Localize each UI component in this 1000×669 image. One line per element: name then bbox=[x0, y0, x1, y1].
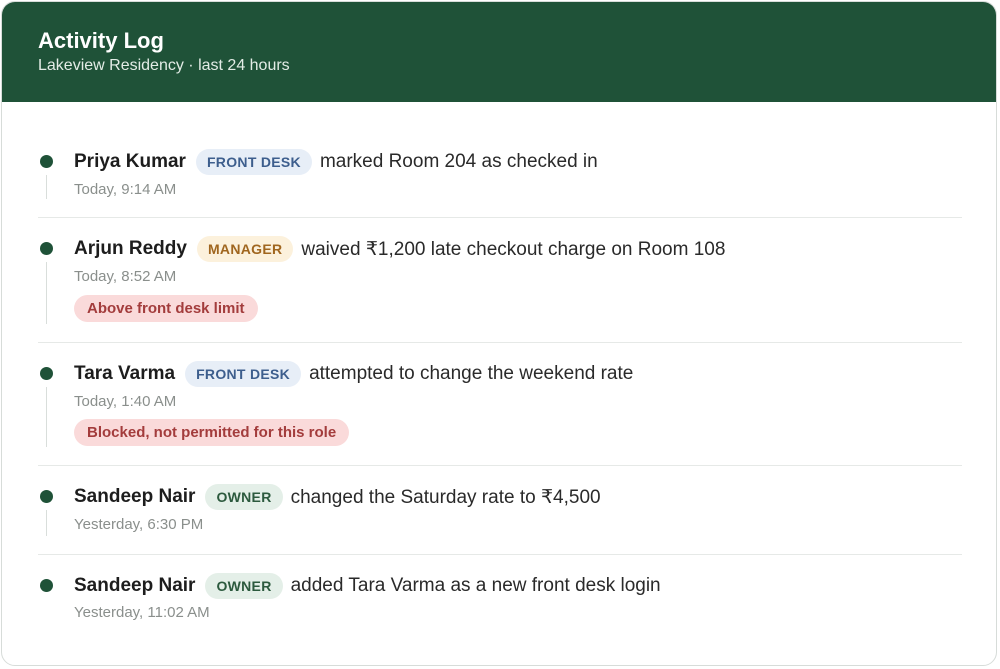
page-title: Activity Log bbox=[38, 28, 164, 53]
timeline-connector bbox=[46, 175, 47, 199]
page-subtitle: Lakeview Residency · last 24 hours bbox=[38, 57, 290, 74]
actor-name: Sandeep Nair bbox=[74, 486, 196, 507]
activity-log-header: Activity Log Lakeview Residency · last 2… bbox=[2, 2, 996, 102]
action-text: added Tara Varma as a new front desk log… bbox=[290, 575, 661, 596]
actor-name: Tara Varma bbox=[74, 363, 176, 384]
entry-summary: Sandeep Nair OWNER added Tara Varma as a… bbox=[74, 571, 661, 601]
action-text: attempted to change the weekend rate bbox=[309, 363, 634, 384]
activity-entry: Priya Kumar FRONT DESK marked Room 204 a… bbox=[38, 102, 962, 218]
activity-entry: Arjun Reddy MANAGER waived ₹1,200 late c… bbox=[38, 218, 962, 343]
action-text: marked Room 204 as checked in bbox=[319, 151, 598, 172]
timeline-dot-icon bbox=[40, 242, 53, 255]
activity-log-card: Activity Log Lakeview Residency · last 2… bbox=[1, 1, 997, 666]
blocked-flag: Blocked, not permitted for this role bbox=[74, 419, 350, 446]
timestamp: Today, 1:40 AM bbox=[74, 393, 177, 410]
role-badge: FRONT DESK bbox=[195, 149, 312, 175]
activity-entry: Sandeep Nair OWNER added Tara Varma as a… bbox=[38, 555, 962, 645]
entry-summary: Arjun Reddy MANAGER waived ₹1,200 late c… bbox=[74, 234, 725, 264]
warning-flag: Above front desk limit bbox=[74, 295, 258, 322]
entry-summary: Priya Kumar FRONT DESK marked Room 204 a… bbox=[74, 147, 598, 177]
timestamp: Yesterday, 11:02 AM bbox=[74, 604, 210, 621]
action-text: changed the Saturday rate to ₹4,500 bbox=[290, 486, 601, 508]
actor-name: Priya Kumar bbox=[74, 151, 186, 172]
timestamp: Yesterday, 6:30 PM bbox=[74, 516, 204, 533]
timeline-connector bbox=[46, 387, 47, 447]
role-badge: OWNER bbox=[205, 573, 283, 599]
timestamp: Today, 9:14 AM bbox=[74, 181, 177, 198]
actor-name: Sandeep Nair bbox=[74, 575, 196, 596]
role-badge: FRONT DESK bbox=[185, 361, 302, 387]
activity-entry: Sandeep Nair OWNER changed the Saturday … bbox=[38, 466, 962, 555]
timestamp: Today, 8:52 AM bbox=[74, 268, 177, 285]
timeline-connector bbox=[46, 262, 47, 324]
action-text: waived ₹1,200 late checkout charge on Ro… bbox=[301, 238, 726, 260]
timeline-dot-icon bbox=[40, 579, 53, 592]
role-badge: OWNER bbox=[205, 484, 283, 510]
role-badge: MANAGER bbox=[196, 236, 294, 262]
timeline-dot-icon bbox=[40, 490, 53, 503]
actor-name: Arjun Reddy bbox=[74, 238, 187, 259]
timeline-dot-icon bbox=[40, 155, 53, 168]
timeline-dot-icon bbox=[40, 367, 53, 380]
timeline-connector bbox=[46, 510, 47, 536]
activity-list: Priya Kumar FRONT DESK marked Room 204 a… bbox=[38, 102, 962, 645]
entry-summary: Tara Varma FRONT DESK attempted to chang… bbox=[74, 359, 633, 389]
activity-entry: Tara Varma FRONT DESK attempted to chang… bbox=[38, 343, 962, 466]
entry-summary: Sandeep Nair OWNER changed the Saturday … bbox=[74, 482, 601, 512]
